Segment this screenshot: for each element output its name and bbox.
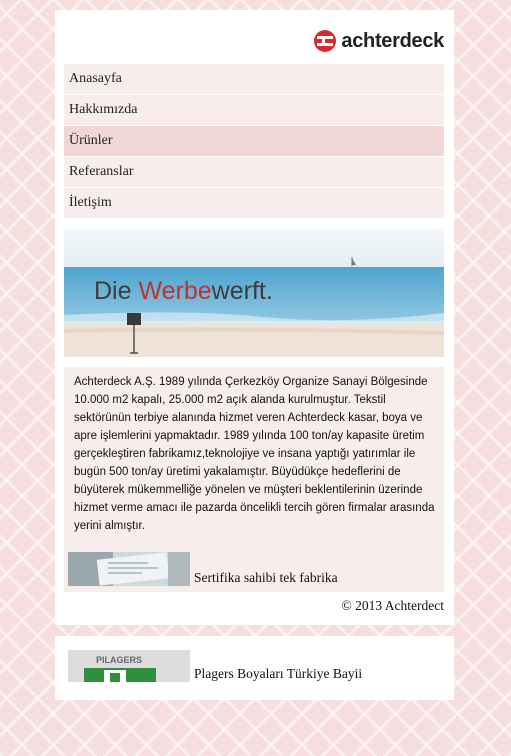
certificate-item[interactable]: Sertifika sahibi tek fabrika	[68, 548, 440, 586]
certificate-label: Sertifika sahibi tek fabrika	[194, 570, 338, 585]
banner-slogan: Die Werbewerft.	[94, 277, 273, 305]
main-card: achterdeck Anasayfa Hakkımızda Ürünler R…	[55, 10, 454, 625]
logo-text: achterdeck	[341, 29, 444, 52]
svg-text:PILAGERS: PILAGERS	[96, 655, 142, 665]
copyright-text: © 2013 Achterdect	[341, 598, 444, 613]
achterdeck-logo-icon	[314, 30, 337, 52]
nav-item-iletisim[interactable]: İletişim	[64, 188, 444, 218]
company-description: Achterdeck A.Ş. 1989 yılında Çerkezköy O…	[74, 376, 435, 532]
nav-item-urunler[interactable]: Ürünler	[64, 126, 444, 156]
partner-card: PILAGERS Plagers Boyaları Türkiye Bayii	[55, 636, 454, 700]
nav-item-anasayfa[interactable]: Anasayfa	[64, 64, 444, 94]
content-box: Achterdeck A.Ş. 1989 yılında Çerkezköy O…	[64, 367, 444, 592]
hero-banner: Die Werbewerft.	[64, 229, 444, 357]
nav-item-referanslar[interactable]: Referanslar	[64, 157, 444, 187]
site-logo[interactable]: achterdeck	[313, 28, 444, 54]
partner-item[interactable]: PILAGERS Plagers Boyaları Türkiye Bayii	[68, 650, 448, 682]
certificate-thumbnail	[68, 552, 190, 586]
partner-label: Plagers Boyaları Türkiye Bayii	[194, 666, 363, 681]
pilagers-logo: PILAGERS	[68, 650, 190, 682]
main-nav: Anasayfa Hakkımızda Ürünler Referanslar …	[64, 64, 444, 219]
nav-item-hakkimizda[interactable]: Hakkımızda	[64, 95, 444, 125]
